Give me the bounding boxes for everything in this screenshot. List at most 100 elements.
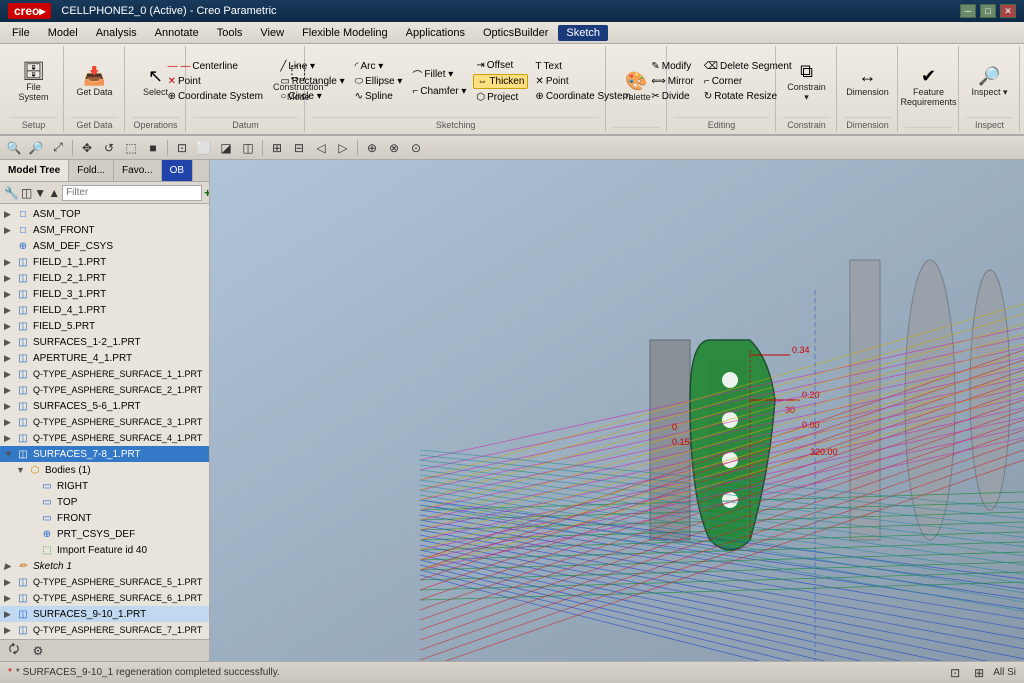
- tree-item-asm-top[interactable]: ▶ □ ASM_TOP: [0, 206, 209, 222]
- tree-item-front[interactable]: ▭ FRONT: [0, 510, 209, 526]
- view4-button[interactable]: ◫: [238, 138, 258, 158]
- spline-button[interactable]: ∿ Spline: [352, 90, 406, 103]
- tree-item-surfaces-5-6[interactable]: ▶ ◫ SURFACES_5-6_1.PRT: [0, 398, 209, 414]
- rectangle-button[interactable]: ▭ Rectangle ▾: [277, 75, 347, 88]
- arc-button[interactable]: ◜ Arc ▾: [352, 60, 406, 73]
- tree-item-field-3[interactable]: ▶ ◫ FIELD_3_1.PRT: [0, 286, 209, 302]
- menu-sketch[interactable]: Sketch: [558, 25, 608, 41]
- menu-flexible-modeling[interactable]: Flexible Modeling: [294, 25, 396, 41]
- tree-item-surfaces-9-10[interactable]: ▶ ◫ SURFACES_9-10_1.PRT: [0, 606, 209, 622]
- menu-file[interactable]: File: [4, 25, 38, 41]
- tree-item-surfaces-1-2[interactable]: ▶ ◫ SURFACES_1-2_1.PRT: [0, 334, 209, 350]
- offset-button[interactable]: ⇥ Offset: [473, 59, 528, 72]
- next-view-button[interactable]: ▷: [333, 138, 353, 158]
- shading-button[interactable]: ■: [143, 138, 163, 158]
- wireframe-button[interactable]: ⬚: [121, 138, 141, 158]
- spin-center-button[interactable]: ⊙: [406, 138, 426, 158]
- thicken-button[interactable]: ⇔ Thicken: [473, 74, 528, 89]
- sketch-view-button[interactable]: ⊞: [267, 138, 287, 158]
- status-btn1[interactable]: ⊡: [945, 663, 965, 683]
- get-data-button[interactable]: 📥 Get Data: [73, 64, 115, 99]
- close-button[interactable]: ✕: [1000, 4, 1016, 18]
- tree-item-field-4[interactable]: ▶ ◫ FIELD_4_1.PRT: [0, 302, 209, 318]
- chamfer-button[interactable]: ⌐ Chamfer ▾: [409, 85, 469, 98]
- menu-annotate[interactable]: Annotate: [147, 25, 207, 41]
- tree-item-qtype-3[interactable]: ▶ ◫ Q-TYPE_ASPHERE_SURFACE_3_1.PRT: [0, 414, 209, 430]
- zoom-out-button[interactable]: 🔎: [26, 138, 46, 158]
- point-button[interactable]: ✕ Point: [165, 75, 266, 88]
- tree-item-surfaces-7-8[interactable]: ▼ ◫ SURFACES_7-8_1.PRT: [0, 446, 209, 462]
- tree-settings-button[interactable]: 🔧: [4, 183, 19, 203]
- tree-filter-input[interactable]: [62, 185, 202, 201]
- menu-tools[interactable]: Tools: [209, 25, 251, 41]
- tree-item-import-feature[interactable]: ⬚ Import Feature id 40: [0, 542, 209, 558]
- tree-item-field-5[interactable]: ▶ ◫ FIELD_5.PRT: [0, 318, 209, 334]
- view2-button[interactable]: ⬜: [194, 138, 214, 158]
- csys-display-button[interactable]: ⊗: [384, 138, 404, 158]
- tree-item-asm-def-csys[interactable]: ⊕ ASM_DEF_CSYS: [0, 238, 209, 254]
- sidebar-tab-folder[interactable]: Fold...: [69, 160, 114, 181]
- sidebar-tab-favorites[interactable]: Favo...: [114, 160, 162, 181]
- tree-item-qtype-2[interactable]: ▶ ◫ Q-TYPE_ASPHERE_SURFACE_2_1.PRT: [0, 382, 209, 398]
- tree-item-bodies[interactable]: ▼ ⬡ Bodies (1): [0, 462, 209, 478]
- tree-item-prt-csys-def[interactable]: ⊕ PRT_CSYS_DEF: [0, 526, 209, 542]
- sidebar-tab-ob[interactable]: OB: [162, 160, 193, 181]
- view3-button[interactable]: ◪: [216, 138, 236, 158]
- tree-collapse-button[interactable]: ▲: [48, 183, 60, 203]
- viewport[interactable]: 0.34 0.20 30 0.00: [210, 160, 1024, 661]
- centerline-button[interactable]: — — Centerline: [165, 60, 266, 73]
- menu-applications[interactable]: Applications: [398, 25, 473, 41]
- tree-preview-button[interactable]: ◫: [21, 183, 32, 203]
- tree-item-qtype-4[interactable]: ▶ ◫ Q-TYPE_ASPHERE_SURFACE_4_1.PRT: [0, 430, 209, 446]
- coordinate-system-button[interactable]: ⊕ Coordinate System: [165, 90, 266, 103]
- sidebar-bottom-btn2[interactable]: ⚙: [28, 641, 48, 661]
- tree-item-sketch1[interactable]: ▶ ✏ Sketch 1: [0, 558, 209, 574]
- tree-item-field-1[interactable]: ▶ ◫ FIELD_1_1.PRT: [0, 254, 209, 270]
- menu-model[interactable]: Model: [40, 25, 86, 41]
- zoom-fit-button[interactable]: ⤢: [48, 138, 68, 158]
- inspect-button[interactable]: 🔎 Inspect ▾: [968, 64, 1010, 100]
- tree-item-right[interactable]: ▭ RIGHT: [0, 478, 209, 494]
- tree-item-field-2[interactable]: ▶ ◫ FIELD_2_1.PRT: [0, 270, 209, 286]
- view1-button[interactable]: ⊡: [172, 138, 192, 158]
- icon-import-feature: ⬚: [40, 543, 54, 557]
- refit-button[interactable]: ⊟: [289, 138, 309, 158]
- menu-opticsbuilder[interactable]: OpticsBuilder: [475, 25, 556, 41]
- datum-display-button[interactable]: ⊕: [362, 138, 382, 158]
- tree-item-aperture-4[interactable]: ▶ ◫ APERTURE_4_1.PRT: [0, 350, 209, 366]
- modify-button[interactable]: ✎ Modify: [648, 60, 696, 73]
- minimize-button[interactable]: ─: [960, 4, 976, 18]
- sidebar-tab-model-tree[interactable]: Model Tree: [0, 160, 69, 181]
- feature-inner: ✔ FeatureRequirements: [897, 48, 959, 125]
- file-system-button[interactable]: 🗄 FileSystem: [15, 59, 51, 104]
- tree-item-qtype-7[interactable]: ▶ ◫ Q-TYPE_ASPHERE_SURFACE_7_1.PRT: [0, 622, 209, 638]
- getdata-inner: 📥 Get Data: [73, 48, 115, 115]
- menu-analysis[interactable]: Analysis: [88, 25, 145, 41]
- thicken-icon: ⇔: [477, 76, 487, 87]
- circle-button[interactable]: ○ Circle ▾: [277, 90, 347, 103]
- prev-view-button[interactable]: ◁: [311, 138, 331, 158]
- mirror-button[interactable]: ⟺ Mirror: [648, 75, 696, 88]
- maximize-button[interactable]: □: [980, 4, 996, 18]
- feature-requirements-button[interactable]: ✔ FeatureRequirements: [897, 64, 959, 109]
- status-btn2[interactable]: ⊞: [969, 663, 989, 683]
- tree-item-top[interactable]: ▭ TOP: [0, 494, 209, 510]
- line-button[interactable]: ╱ Line ▾: [277, 60, 347, 73]
- rotate-button[interactable]: ↺: [99, 138, 119, 158]
- constrain-button[interactable]: ⧉ Constrain ▾: [783, 59, 830, 105]
- status-message-area: * * SURFACES_9-10_1 regeneration complet…: [8, 667, 280, 678]
- tree-expand-button[interactable]: ▼: [34, 183, 46, 203]
- ellipse-button[interactable]: ⬭ Ellipse ▾: [352, 75, 406, 88]
- divide-button[interactable]: ✂ Divide: [648, 90, 696, 103]
- project-button[interactable]: ⬡ Project: [473, 91, 528, 104]
- fillet-button[interactable]: ⌒ Fillet ▾: [409, 66, 469, 83]
- zoom-in-button[interactable]: 🔍: [4, 138, 24, 158]
- tree-item-qtype-1[interactable]: ▶ ◫ Q-TYPE_ASPHERE_SURFACE_1_1.PRT: [0, 366, 209, 382]
- sidebar-bottom-btn1[interactable]: 🗘: [4, 641, 24, 661]
- tree-item-asm-front[interactable]: ▶ □ ASM_FRONT: [0, 222, 209, 238]
- tree-item-qtype-5[interactable]: ▶ ◫ Q-TYPE_ASPHERE_SURFACE_5_1.PRT: [0, 574, 209, 590]
- pan-button[interactable]: ✥: [77, 138, 97, 158]
- dimension-button[interactable]: ↔ Dimension: [843, 64, 892, 99]
- tree-item-qtype-6[interactable]: ▶ ◫ Q-TYPE_ASPHERE_SURFACE_6_1.PRT: [0, 590, 209, 606]
- menu-view[interactable]: View: [252, 25, 292, 41]
